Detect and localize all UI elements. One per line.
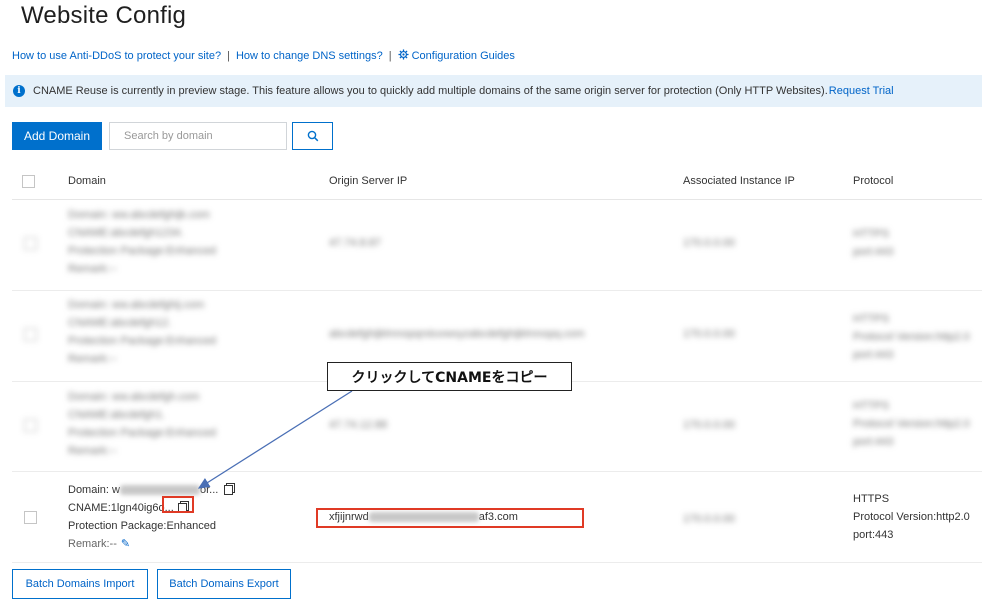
add-domain-button[interactable]: Add Domain xyxy=(12,122,102,150)
origin-ip-cell: 47.74.12.88 xyxy=(329,419,388,431)
copy-cname-highlight xyxy=(162,496,194,513)
origin-ip-cell: abcdefghijklmnopqrstuvwxyzabcdefghijklmn… xyxy=(329,328,585,340)
port-line: port:443 xyxy=(853,349,894,361)
domain-search-input[interactable] xyxy=(109,122,287,150)
protocol-version-line: Protocol Version:http2.0 xyxy=(853,331,970,343)
cname-line: CNAME:abcdefgh1234. xyxy=(68,227,184,239)
anti-ddos-help-link[interactable]: How to use Anti-DDoS to protect your sit… xyxy=(12,50,221,62)
instance-ip-cell: 170.0.0.00 xyxy=(683,513,735,525)
package-line: Protection Package:Enhanced xyxy=(68,335,216,347)
package-line: Protection Package:Enhanced xyxy=(68,520,216,532)
info-icon: i xyxy=(13,85,25,97)
protocol-line: HTTPS xyxy=(853,400,890,412)
port-line: port:443 xyxy=(853,529,894,541)
select-all-checkbox[interactable] xyxy=(22,175,35,188)
remark-line: Remark:-- xyxy=(68,263,117,275)
row-checkbox[interactable] xyxy=(24,328,37,341)
link-separator: | xyxy=(388,49,392,62)
port-line: port:443 xyxy=(853,436,894,448)
protocol-cell: HTTPS port:443 xyxy=(853,225,893,261)
domain-cell: Domain: ww.abcdefgh.com CNAME:abcdefgh1.… xyxy=(68,388,216,460)
table-row: Domain: ww.abcdefghijk.com CNAME:abcdefg… xyxy=(12,201,982,291)
search-button[interactable] xyxy=(292,122,333,150)
instance-ip-cell: 170.0.0.00 xyxy=(683,328,735,340)
header-domain: Domain xyxy=(68,175,106,187)
protocol-version-line: Protocol Version:http2.0 xyxy=(853,511,970,523)
page-title: Website Config xyxy=(21,2,187,29)
cname-line: CNAME:abcdefgh12. xyxy=(68,317,172,329)
remark-value: Remark:-- xyxy=(68,538,117,550)
search-icon xyxy=(307,130,318,142)
package-line: Protection Package:Enhanced xyxy=(68,427,216,439)
request-trial-link[interactable]: Request Trial xyxy=(829,85,894,97)
notice-text: CNAME Reuse is currently in preview stag… xyxy=(33,85,828,97)
table-header: Domain Origin Server IP Associated Insta… xyxy=(12,163,982,200)
configuration-guides-link[interactable]: Configuration Guides xyxy=(398,49,515,62)
batch-domains-export-button[interactable]: Batch Domains Export xyxy=(157,569,291,599)
cname-value: CNAME:1lgn40ig6o... xyxy=(68,502,174,514)
port-line: port:443 xyxy=(853,246,894,258)
redacted-domain xyxy=(119,485,200,496)
origin-ip-highlight xyxy=(316,508,584,528)
domain-line: Domain: ww.abcdefghijk.com xyxy=(68,209,210,221)
link-separator: | xyxy=(227,49,230,62)
cname-line: CNAME:abcdefgh1. xyxy=(68,409,166,421)
row-checkbox[interactable] xyxy=(24,419,37,432)
domain-cell: Domain: ww.abcdefghij.com CNAME:abcdefgh… xyxy=(68,296,216,368)
edit-remark-icon[interactable]: ✎ xyxy=(121,535,130,553)
header-protocol: Protocol xyxy=(853,175,894,187)
domain-line: Domain: w or... xyxy=(68,481,236,499)
domain-line: Domain: ww.abcdefgh.com xyxy=(68,391,200,403)
package-line: Protection Package:Enhanced xyxy=(68,245,216,257)
row-checkbox[interactable] xyxy=(24,237,37,250)
origin-ip-cell: 47.74.8.87 xyxy=(329,237,381,249)
help-links: How to use Anti-DDoS to protect your sit… xyxy=(12,49,515,62)
protocol-version-line: Protocol Version:http2.0 xyxy=(853,418,970,430)
protocol-cell: HTTPS Protocol Version:http2.0 port:443 xyxy=(853,397,970,451)
dns-help-link[interactable]: How to change DNS settings? xyxy=(236,50,383,62)
protocol-line: HTTPS xyxy=(853,313,890,325)
instance-ip-cell: 170.0.0.00 xyxy=(683,419,735,431)
protocol-line: HTTPS xyxy=(853,228,890,240)
protocol-cell: HTTPS Protocol Version:http2.0 port:443 xyxy=(853,490,970,544)
copy-domain-icon[interactable] xyxy=(224,483,236,495)
domain-line: Domain: ww.abcdefghij.com xyxy=(68,299,205,311)
instance-ip-cell: 170.0.0.00 xyxy=(683,237,735,249)
table-row: Domain: ww.abcdefgh.com CNAME:abcdefgh1.… xyxy=(12,383,982,472)
header-associated-instance-ip: Associated Instance IP xyxy=(683,175,795,187)
remark-line: Remark:-- xyxy=(68,445,117,457)
protocol-line: HTTPS xyxy=(853,493,890,505)
header-origin-server-ip: Origin Server IP xyxy=(329,175,408,187)
protocol-cell: HTTPS Protocol Version:http2.0 port:443 xyxy=(853,310,970,364)
cname-line: CNAME:1lgn40ig6o... xyxy=(68,499,234,517)
copy-cname-callout: クリックしてCNAMEをコピー xyxy=(327,362,572,391)
domain-cell: Domain: w or... CNAME:1lgn40ig6o... Prote… xyxy=(68,481,236,553)
configuration-guides-label: Configuration Guides xyxy=(411,50,515,62)
cname-reuse-notice: i CNAME Reuse is currently in preview st… xyxy=(5,75,982,107)
domain-suffix: or... xyxy=(199,484,219,496)
domain-cell: Domain: ww.abcdefghijk.com CNAME:abcdefg… xyxy=(68,206,216,278)
remark-line: Remark:-- xyxy=(68,353,117,365)
row-checkbox[interactable] xyxy=(24,511,37,524)
batch-domains-import-button[interactable]: Batch Domains Import xyxy=(12,569,148,599)
remark-line: Remark:-- ✎ xyxy=(68,535,234,553)
domain-prefix: Domain: w xyxy=(68,484,120,496)
gear-icon xyxy=(398,49,409,60)
